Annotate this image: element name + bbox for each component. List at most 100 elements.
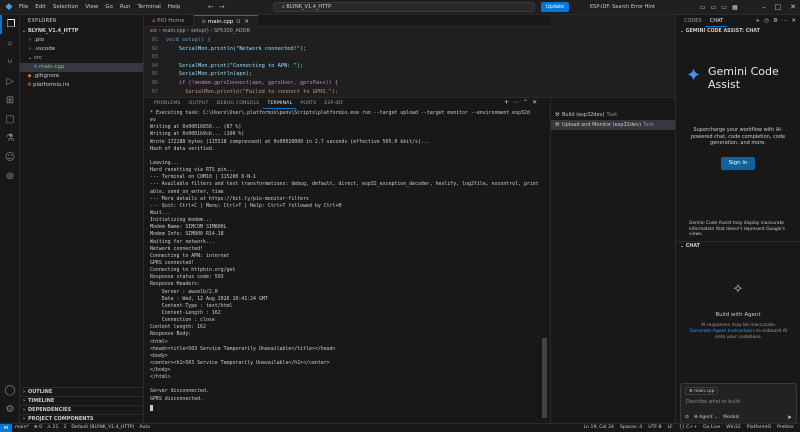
esp-idf-hint-button[interactable]: ESP-IDF: Search Error Hint (590, 0, 655, 15)
status-item[interactable]: Win32 (726, 424, 740, 432)
esp-idf-icon[interactable]: ⊛ (0, 167, 20, 186)
new-terminal-icon[interactable]: + (504, 99, 509, 106)
status-item[interactable]: 2 (63, 424, 66, 432)
close-tab-icon[interactable]: ✕ (244, 19, 249, 25)
status-item[interactable]: LF (668, 424, 673, 432)
gemini-section-header[interactable]: ⌄ GEMINI CODE ASSIST: CHAT (676, 27, 800, 37)
status-item[interactable]: main* (15, 424, 29, 432)
chat-settings-icon[interactable]: ⚙ (773, 15, 778, 27)
testing-icon[interactable]: ⚗ (0, 129, 20, 148)
toggle-secondary-sidebar-icon[interactable]: ▭ (721, 0, 727, 15)
tab-debug-console[interactable]: DEBUG CONSOLE (213, 98, 264, 109)
status-item[interactable]: Default (BLYNK_V1.4_HTTP) (71, 424, 134, 432)
breadcrumb-item[interactable]: main.cpp (163, 28, 186, 34)
settings-gear-icon[interactable]: ⚙ (0, 400, 20, 419)
toggle-panel-icon[interactable]: ▭ (711, 0, 717, 15)
new-chat-icon[interactable]: + (756, 15, 761, 27)
status-item[interactable]: UTF-8 (648, 424, 661, 432)
customize-layout-icon[interactable]: ▦ (732, 0, 738, 15)
status-item[interactable]: Auto (139, 424, 150, 432)
generate-instructions-link[interactable]: Generate Agent Instructions (690, 329, 755, 334)
toggle-sidebar-icon[interactable]: ▭ (700, 0, 706, 15)
chat-section-header[interactable]: ⌄ CHAT (676, 241, 800, 251)
explorer-icon[interactable]: ❐ (0, 15, 20, 34)
send-icon[interactable]: ➤ (787, 414, 792, 421)
status-item[interactable]: ⊗ 0 (34, 424, 42, 432)
menu-file[interactable]: File (19, 4, 28, 10)
section-label: DEPENDENCIES (28, 407, 72, 413)
breadcrumb-item[interactable]: setup() (191, 28, 209, 34)
section-project-components[interactable]: › PROJECT COMPONENTS (20, 414, 143, 423)
menu-edit[interactable]: Edit (35, 4, 46, 10)
sign-in-button[interactable]: Sign in (721, 157, 755, 170)
source-control-icon[interactable]: ⑂ (0, 53, 20, 72)
update-button[interactable]: Update (541, 2, 570, 12)
task-upload-monitor[interactable]: ⚒ Upload and Monitor (esp32dev) Task (551, 120, 675, 130)
context-chip[interactable]: ⊕ main.cpp (685, 387, 719, 395)
menu-run[interactable]: Run (120, 4, 131, 10)
tab-pio-home[interactable]: ⌂ PIO Home (144, 15, 194, 27)
breadcrumb-item[interactable]: src (150, 28, 157, 34)
tree-item-main-cpp[interactable]: ⊕main.cpp (20, 63, 143, 72)
terminal-output[interactable]: * Executing task: C:\Users\User\.platfor… (150, 110, 538, 422)
section-dependencies[interactable]: › DEPENDENCIES (20, 405, 143, 414)
mode-picker[interactable]: ⊛ Agent ⌄ (694, 414, 718, 422)
forward-arrow-icon[interactable]: → (219, 2, 225, 12)
run-debug-icon[interactable]: ▷ (0, 72, 20, 91)
tab-chat[interactable]: CHAT (705, 15, 728, 27)
search-view-icon[interactable]: ⌕ (0, 34, 20, 53)
extensions-icon[interactable]: ⊞ (0, 91, 20, 110)
tab-problems[interactable]: PROBLEMS (150, 98, 185, 109)
account-icon[interactable]: ◯ (0, 381, 20, 400)
maximize-panel-icon[interactable]: ⌃ (523, 99, 528, 106)
project-root[interactable]: ⌄ BLYNK_V1.4_HTTP (20, 27, 143, 36)
chat-input-box[interactable]: ⊕ main.cpp Describe what to build ⊘ ⊛ Ag… (680, 383, 797, 424)
terminal-line: able, send_on_enter, time (150, 188, 224, 195)
close-panel-icon[interactable]: ✕ (532, 99, 537, 106)
chat-more-icon[interactable]: ⋯ (782, 15, 788, 27)
status-item[interactable]: Spaces: 4 (620, 424, 642, 432)
menu-view[interactable]: View (85, 4, 98, 10)
tree-item-src[interactable]: ⌄ src (20, 54, 143, 63)
status-item[interactable]: Prettier (777, 424, 794, 432)
model-picker[interactable]: Models (723, 414, 739, 422)
attach-icon[interactable]: ⊘ (685, 414, 689, 422)
menu-help[interactable]: Help (168, 4, 181, 10)
code-view[interactable]: 91 void setup() { 92 SerialMon.println("N… (144, 36, 550, 96)
tab-esp-idf[interactable]: ESP-IDF (320, 98, 347, 109)
task-build[interactable]: ⚒ Build (esp32dev) Task (551, 110, 675, 120)
terminal-scrollbar[interactable] (542, 338, 547, 418)
tab-terminal[interactable]: TERMINAL (263, 98, 297, 109)
menu-go[interactable]: Go (105, 4, 113, 10)
status-item[interactable]: {} C++ (679, 424, 697, 432)
menu-selection[interactable]: Selection (53, 4, 78, 10)
section-outline[interactable]: › OUTLINE (20, 387, 143, 396)
task-label: Upload and Monitor (esp32dev) (562, 122, 642, 128)
tree-item-gitignore[interactable]: ◆ .gitignore (20, 72, 143, 81)
tab-codex[interactable]: CODEX (680, 15, 706, 27)
tree-item-vscode[interactable]: › .vscode (20, 45, 143, 54)
status-item[interactable]: ⚠ 21 (47, 424, 58, 432)
status-item[interactable]: PlatformIO (747, 424, 771, 432)
remote-indicator-icon[interactable]: ⋈ (0, 424, 12, 432)
tree-item-pio[interactable]: › .pio (20, 36, 143, 45)
more-actions-icon[interactable]: ⋯ (513, 99, 519, 106)
platformio-icon[interactable]: ☺ (0, 148, 20, 167)
tab-ports[interactable]: PORTS (296, 98, 320, 109)
status-item[interactable]: Go Live (703, 424, 720, 432)
menu-terminal[interactable]: Terminal (137, 4, 160, 10)
status-item[interactable]: Ln 19, Col 34 (584, 424, 614, 432)
breadcrumb-item[interactable]: SP5300_ADDR (214, 28, 250, 34)
chat-close-icon[interactable]: ✕ (791, 15, 796, 27)
close-icon[interactable]: ✕ (790, 0, 796, 15)
maximize-icon[interactable]: □ (775, 0, 782, 15)
tree-item-platformio-ini[interactable]: ⚙platformio.ini (20, 81, 143, 90)
command-center[interactable]: ⌕ BLYNK_V1.4_HTTP (273, 2, 535, 12)
minimize-icon[interactable]: – (762, 0, 766, 15)
tab-main-cpp[interactable]: ⊕ main.cpp U ✕ (193, 15, 259, 27)
section-timeline[interactable]: › TIMELINE (20, 396, 143, 405)
tab-output[interactable]: OUTPUT (185, 98, 213, 109)
history-icon[interactable]: ◷ (764, 15, 769, 27)
back-arrow-icon[interactable]: ← (208, 2, 214, 12)
remote-explorer-icon[interactable]: ▢ (0, 110, 20, 129)
